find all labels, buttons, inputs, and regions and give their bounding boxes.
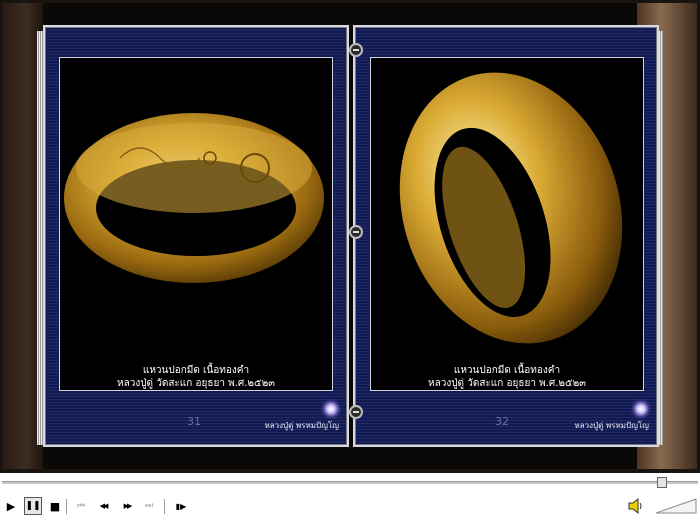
rewind-icon: ◀◀ [99, 502, 109, 510]
frame-step-button[interactable]: ▮▶ [172, 497, 190, 515]
video-frame: แหวนปอกมีด เนื้อทองคำ หลวงปู่ดู่ วัดสะแก… [0, 0, 700, 473]
separator [164, 499, 165, 514]
previous-track-icon: ⏮ [76, 501, 86, 511]
binder-ring-top [349, 43, 363, 57]
right-page-number: 32 [495, 415, 509, 428]
right-caption-subtitle: หลวงปู่ดู่ วัดสะแก อยุธยา พ.ศ.๒๕๒๓ [427, 378, 586, 389]
left-page-brand: หลวงปู่ดู่ พรหมปัญโญ [264, 421, 339, 430]
binder-ring-bottom [349, 405, 363, 419]
left-caption-subtitle: หลวงปู่ดู่ วัดสะแก อยุธยา พ.ศ.๒๕๒๓ [116, 378, 275, 389]
play-button[interactable]: ▶ [2, 497, 20, 515]
right-caption-title: แหวนปอกมีด เนื้อทองคำ [453, 365, 561, 376]
binder-ring-middle [349, 225, 363, 239]
transport-buttons: ▶ ❚❚ ■ ⏮ ◀◀ ▶▶ ⏭ ▮▶ [0, 497, 700, 515]
left-page-number: 31 [187, 415, 201, 428]
left-page: แหวนปอกมีด เนื้อทองคำ หลวงปู่ดู่ วัดสะแก… [43, 25, 349, 447]
next-track-button[interactable]: ⏭ [140, 497, 158, 515]
frame-step-icon: ▮▶ [175, 501, 187, 511]
left-caption-title: แหวนปอกมีด เนื้อทองคำ [142, 365, 250, 376]
play-icon: ▶ [6, 499, 16, 513]
fast-forward-button[interactable]: ▶▶ [118, 497, 136, 515]
volume-slider[interactable] [655, 497, 698, 515]
stop-icon: ■ [49, 499, 61, 513]
seek-bar[interactable] [2, 481, 698, 484]
pause-icon: ❚❚ [25, 501, 41, 511]
fast-forward-icon: ▶▶ [123, 502, 133, 510]
rewind-button[interactable]: ◀◀ [94, 497, 112, 515]
right-page: แหวนปอกมีด เนื้อทองคำ หลวงปู่ดู่ วัดสะแก… [353, 25, 659, 447]
separator [66, 499, 67, 514]
video-display[interactable]: แหวนปอกมีด เนื้อทองคำ หลวงปู่ดู่ วัดสะแก… [3, 3, 697, 469]
sparkle-glow [321, 399, 341, 419]
speaker-icon [628, 497, 642, 515]
ring-photo-side-view: แหวนปอกมีด เนื้อทองคำ หลวงปู่ดู่ วัดสะแก… [370, 57, 644, 391]
next-track-icon: ⏭ [144, 501, 154, 511]
previous-track-button[interactable]: ⏮ [72, 497, 90, 515]
ring-photo-inside-view: แหวนปอกมีด เนื้อทองคำ หลวงปู่ดู่ วัดสะแก… [59, 57, 333, 391]
player-controls: ▶ ❚❚ ■ ⏮ ◀◀ ▶▶ ⏭ ▮▶ [0, 473, 700, 517]
photo-book: แหวนปอกมีด เนื้อทองคำ หลวงปู่ดู่ วัดสะแก… [37, 25, 665, 447]
sparkle-glow [631, 399, 651, 419]
pause-button[interactable]: ❚❚ [24, 497, 42, 515]
seek-thumb[interactable] [657, 477, 667, 488]
right-page-brand: หลวงปู่ดู่ พรหมปัญโญ [574, 421, 649, 430]
stop-button[interactable]: ■ [46, 497, 64, 515]
volume-button[interactable] [628, 497, 644, 515]
